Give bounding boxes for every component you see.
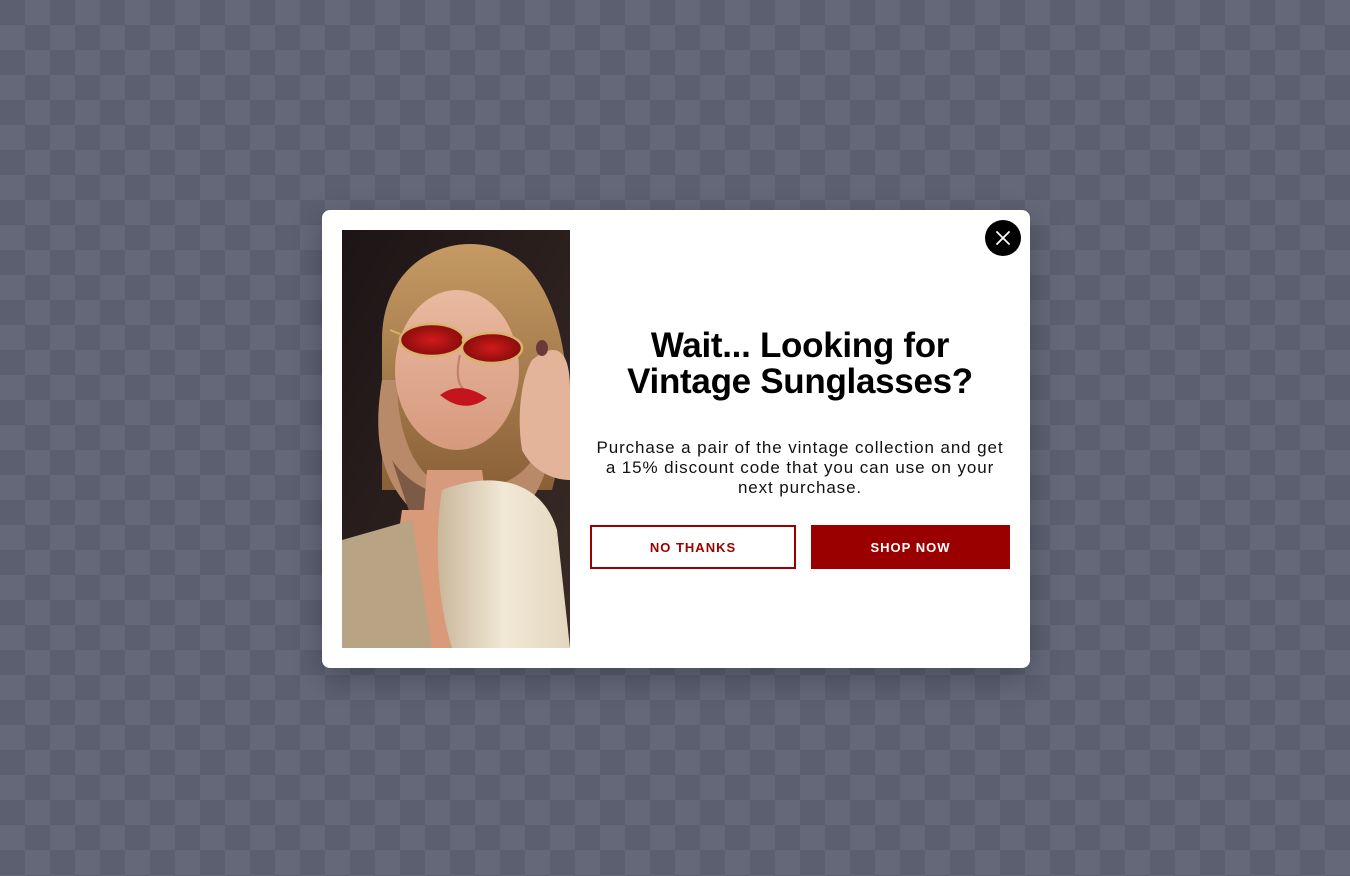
promo-image <box>342 230 570 648</box>
close-button[interactable] <box>985 220 1021 256</box>
headline-line-2: Vintage Sunglasses? <box>627 362 973 401</box>
shop-now-button[interactable]: SHOP NOW <box>811 525 1010 569</box>
close-icon <box>996 231 1010 245</box>
promo-popup: Wait... Looking for Vintage Sunglasses? … <box>322 210 1030 668</box>
popup-actions: NO THANKS SHOP NOW <box>590 525 1010 569</box>
popup-description: Purchase a pair of the vintage collectio… <box>596 438 1004 497</box>
headline-line-1: Wait... Looking for <box>650 326 950 365</box>
popup-content: Wait... Looking for Vintage Sunglasses? … <box>590 328 1010 498</box>
popup-headline: Wait... Looking for Vintage Sunglasses? <box>590 328 1010 400</box>
no-thanks-button[interactable]: NO THANKS <box>590 525 796 569</box>
